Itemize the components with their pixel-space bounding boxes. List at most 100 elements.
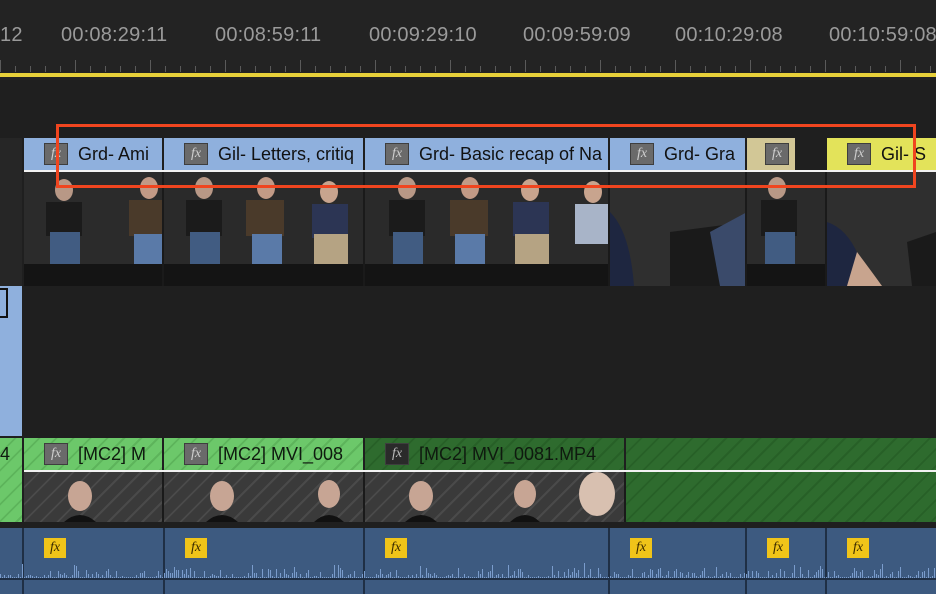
ruler-tick <box>540 66 541 72</box>
ruler-tick <box>885 66 886 72</box>
ruler-tick <box>240 66 241 72</box>
work-area-bar[interactable] <box>0 73 936 77</box>
timecode-label: 00:10:29:08 <box>675 24 783 46</box>
video-thumbnail[interactable] <box>24 172 164 286</box>
video-thumbnail[interactable] <box>164 172 365 286</box>
interview-frame-image <box>365 172 608 286</box>
fx-badge-icon[interactable]: fx <box>767 538 789 558</box>
ruler-tick <box>510 66 511 72</box>
timecode-label: 00:08:29:11 <box>61 24 168 46</box>
ruler-tick <box>255 66 256 72</box>
ruler-tick <box>840 66 841 72</box>
ruler-tick <box>135 66 136 72</box>
timecode-label: 00:10:59:08 <box>829 24 936 46</box>
ruler-tick <box>615 66 616 72</box>
ruler-tick <box>180 66 181 72</box>
ruler-tick <box>765 66 766 72</box>
ruler-tick <box>345 66 346 72</box>
multicam-thumbnail[interactable] <box>24 472 164 522</box>
ruler-tick <box>525 60 526 72</box>
ruler-tick <box>270 66 271 72</box>
interview-frame-image <box>827 172 936 286</box>
audio-clip-2-edge[interactable] <box>0 580 24 594</box>
ruler-tick <box>330 66 331 72</box>
portrait-frame-image <box>64 481 96 522</box>
ruler-tick <box>315 66 316 72</box>
audio-clip-2[interactable] <box>610 580 747 594</box>
audio-clip-2[interactable] <box>365 580 610 594</box>
clip-label: [MC2] M <box>78 443 147 464</box>
interview-frame-image <box>164 172 363 286</box>
ruler-tick <box>150 60 151 72</box>
empty-video-track <box>24 286 936 436</box>
ruler-tick <box>420 66 421 72</box>
interview-frame-image <box>747 172 825 286</box>
ruler-tick <box>720 66 721 72</box>
ruler-tick <box>810 66 811 72</box>
interview-frame-image <box>24 172 162 286</box>
ruler-tick <box>900 60 901 72</box>
audio-clip-2[interactable] <box>165 580 365 594</box>
ruler-tick <box>105 66 106 72</box>
ruler-tick <box>690 66 691 72</box>
fx-icon: fx <box>184 443 208 465</box>
fx-badge-icon[interactable]: fx <box>185 538 207 558</box>
ruler-tick <box>495 66 496 72</box>
ruler-tick <box>930 66 931 72</box>
clip-label: [MC2] MVI_0081.MP4 <box>419 443 597 464</box>
ruler-tick <box>645 66 646 72</box>
portrait-frame-image <box>405 472 615 522</box>
ruler-tick <box>450 60 451 72</box>
multicam-clip-mc2-mvi-008[interactable]: fx [MC2] MVI_008 <box>164 438 365 470</box>
ruler-tick <box>90 66 91 72</box>
ruler-tick <box>405 66 406 72</box>
ruler-tick <box>30 66 31 72</box>
fx-badge-icon[interactable]: fx <box>44 538 66 558</box>
audio-clip-2[interactable] <box>747 580 827 594</box>
highlight-box <box>56 124 916 188</box>
ruler-tick <box>600 60 601 72</box>
timecode-label: 00:09:59:09 <box>523 24 631 46</box>
ruler-tick <box>165 66 166 72</box>
multicam-clip-mc2-m[interactable]: fx [MC2] M <box>24 438 164 470</box>
ruler-tick <box>705 66 706 72</box>
ruler-tick <box>465 66 466 72</box>
fx-badge-icon[interactable]: fx <box>385 538 407 558</box>
ruler-tick <box>855 66 856 72</box>
ruler-tick <box>285 66 286 72</box>
video-thumbnail[interactable] <box>747 172 827 286</box>
video-thumbnail[interactable] <box>365 172 610 286</box>
fx-badge-icon[interactable]: fx <box>847 538 869 558</box>
multicam-thumbnail[interactable] <box>164 472 365 522</box>
timecode-label: 12 <box>0 24 23 46</box>
clip-edge-left-green[interactable]: 4 <box>0 438 22 522</box>
multicam-empty-region <box>626 438 936 470</box>
audio-waveform <box>0 563 935 578</box>
ruler-tick <box>15 66 16 72</box>
ruler-tick <box>0 60 1 72</box>
ruler-tick <box>735 66 736 72</box>
ruler-tick <box>225 60 226 72</box>
ruler-tick <box>480 66 481 72</box>
multicam-clip-mc2-mvi-0081[interactable]: fx [MC2] MVI_0081.MP4 <box>365 438 626 470</box>
ruler-tick <box>630 66 631 72</box>
ruler-tick <box>795 66 796 72</box>
ruler-tick <box>435 66 436 72</box>
audio-clip-2[interactable] <box>827 580 936 594</box>
multicam-thumbnail[interactable] <box>365 472 626 522</box>
video-thumbnail[interactable] <box>827 172 936 286</box>
ruler-tick <box>390 66 391 72</box>
ruler-tick <box>60 66 61 72</box>
ruler-tick <box>75 60 76 72</box>
video-thumbnail[interactable] <box>610 172 747 286</box>
ruler-tick <box>660 66 661 72</box>
timeline-ruler[interactable]: 12 00:08:29:11 00:08:59:11 00:09:29:10 0… <box>0 0 936 80</box>
fx-badge-icon[interactable]: fx <box>630 538 652 558</box>
clip-end-bracket <box>0 288 8 318</box>
ruler-tick <box>210 66 211 72</box>
ruler-tick <box>375 60 376 72</box>
track-edge <box>0 138 22 286</box>
portrait-frame-image <box>206 480 344 522</box>
ruler-tick <box>780 66 781 72</box>
audio-clip-2[interactable] <box>24 580 165 594</box>
